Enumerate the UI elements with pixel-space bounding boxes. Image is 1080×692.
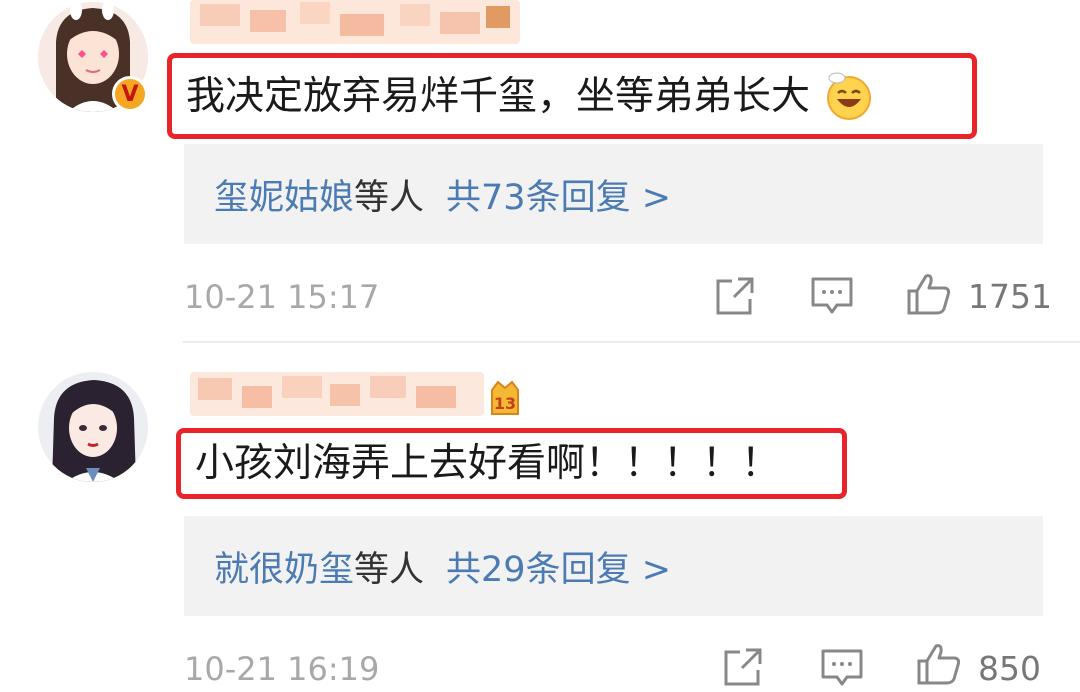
reply-count-link[interactable]: 共29条回复 > — [446, 541, 671, 592]
comment-icon[interactable] — [810, 276, 854, 320]
reply-count-link[interactable]: 共73条回复 > — [446, 169, 671, 220]
like-count: 850 — [978, 649, 1041, 688]
comment-item: V 我决定放弃易烊千玺，坐等弟弟长大 玺妮姑娘 等人 共73条回复 > 10-2… — [0, 0, 1080, 340]
avatar[interactable] — [38, 372, 148, 482]
like-icon[interactable] — [906, 272, 952, 320]
comment-icon[interactable] — [820, 648, 864, 692]
timestamp: 10-21 16:19 — [184, 650, 380, 688]
share-icon[interactable] — [722, 646, 764, 692]
username-blurred[interactable] — [190, 0, 520, 44]
comment-item: 13 小孩刘海弄上去好看啊！！！！！ 就很奶玺 等人 共29条回复 > 10-2… — [0, 340, 1080, 688]
reply-summary-box[interactable]: 玺妮姑娘 等人 共73条回复 > — [184, 144, 1043, 244]
username-blurred[interactable] — [190, 372, 484, 416]
reply-summary-box[interactable]: 就很奶玺 等人 共29条回复 > — [184, 516, 1043, 616]
comment-body: 小孩刘海弄上去好看啊！！！！！ — [195, 441, 781, 486]
svg-text:13: 13 — [494, 394, 516, 413]
comment-text-highlighted: 我决定放弃易烊千玺，坐等弟弟长大 — [167, 53, 977, 139]
comment-body: 我决定放弃易烊千玺，坐等弟弟长大 — [186, 73, 811, 119]
grinning-face-emoji — [824, 71, 874, 121]
like-icon[interactable] — [916, 642, 962, 690]
share-icon[interactable] — [714, 275, 756, 321]
verified-v-badge: V — [112, 76, 148, 112]
timestamp: 10-21 15:17 — [184, 278, 380, 316]
fan-level-badge: 13 — [488, 380, 522, 418]
reply-names[interactable]: 玺妮姑娘 — [214, 169, 354, 220]
reply-suffix: 等人 — [354, 549, 425, 590]
reply-suffix: 等人 — [354, 177, 425, 218]
comment-text-highlighted: 小孩刘海弄上去好看啊！！！！！ — [176, 428, 847, 499]
reply-names[interactable]: 就很奶玺 — [214, 541, 354, 592]
like-count: 1751 — [968, 277, 1052, 316]
